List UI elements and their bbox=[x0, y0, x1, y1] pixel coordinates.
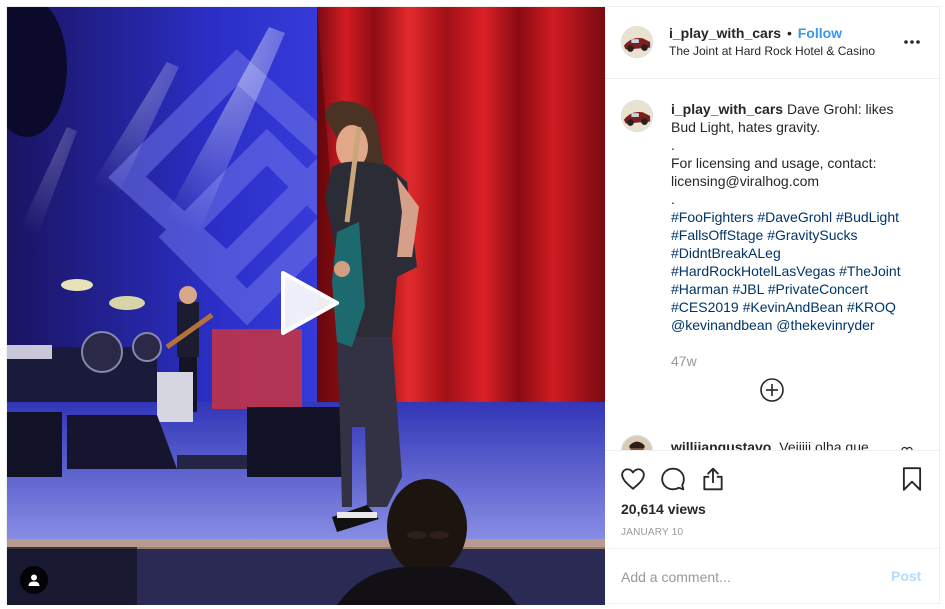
load-more-comments-button[interactable] bbox=[759, 377, 785, 403]
comment-bubble-icon bbox=[661, 467, 685, 491]
location-link[interactable]: The Joint at Hard Rock Hotel & Casino bbox=[669, 44, 875, 58]
hashtag-link[interactable]: #GravitySucks bbox=[767, 227, 857, 243]
mention-link[interactable]: @thekevinryder bbox=[776, 317, 874, 333]
caption-licensing: For licensing and usage, contact: licens… bbox=[671, 155, 877, 189]
follow-button[interactable]: Follow bbox=[798, 25, 842, 41]
hashtag-link[interactable]: #KROQ bbox=[847, 299, 896, 315]
comment-button[interactable] bbox=[660, 466, 686, 492]
comments-section[interactable]: i_play_with_cars Dave Grohl: likes Bud L… bbox=[605, 80, 939, 450]
play-button[interactable] bbox=[277, 269, 341, 337]
comment-text-line: williiangustavo Veiiiii olha que bbox=[671, 439, 869, 450]
hashtag-link[interactable]: #BudLight bbox=[836, 209, 899, 225]
like-button[interactable] bbox=[620, 466, 646, 492]
caption-hashtags: #FooFighters #DaveGrohl #BudLight #Falls… bbox=[671, 208, 911, 316]
avatar-image bbox=[622, 101, 652, 131]
tagged-users-button[interactable] bbox=[20, 566, 48, 594]
caption-age[interactable]: 47w bbox=[671, 353, 697, 369]
avatar-image bbox=[622, 436, 652, 450]
bookmark-icon bbox=[902, 467, 922, 491]
view-count[interactable]: 20,614 views bbox=[621, 501, 706, 517]
comment-text: Veiiiii olha que bbox=[779, 439, 869, 450]
caption-dot: . bbox=[671, 191, 675, 207]
more-options-button[interactable] bbox=[901, 31, 923, 53]
avatar[interactable] bbox=[621, 26, 653, 58]
hashtag-link[interactable]: #KevinAndBean bbox=[743, 299, 843, 315]
post-header: i_play_with_cars • Follow The Joint at H… bbox=[605, 7, 939, 79]
caption-dot: . bbox=[671, 137, 675, 153]
post-caption: i_play_with_cars Dave Grohl: likes Bud L… bbox=[671, 100, 911, 334]
avatar[interactable] bbox=[621, 435, 653, 450]
caption-username[interactable]: i_play_with_cars bbox=[671, 101, 783, 117]
comment-input[interactable] bbox=[621, 566, 871, 588]
comment-item: williiangustavo Veiiiii olha que bbox=[605, 435, 939, 450]
play-icon bbox=[281, 271, 339, 335]
post-side-panel: i_play_with_cars • Follow The Joint at H… bbox=[605, 7, 939, 603]
video-player[interactable] bbox=[7, 7, 605, 605]
header-username[interactable]: i_play_with_cars bbox=[669, 25, 781, 41]
plus-circle-icon bbox=[760, 378, 784, 402]
mention-link[interactable]: @kevinandbean bbox=[671, 317, 772, 333]
heart-icon bbox=[621, 468, 645, 490]
hashtag-link[interactable]: #FooFighters bbox=[671, 209, 753, 225]
instagram-post: i_play_with_cars • Follow The Joint at H… bbox=[6, 6, 940, 605]
hashtag-link[interactable]: #FallsOffStage bbox=[671, 227, 763, 243]
save-button[interactable] bbox=[899, 466, 925, 492]
comment-username[interactable]: williiangustavo bbox=[671, 439, 771, 450]
avatar-image bbox=[622, 27, 652, 57]
hashtag-link[interactable]: #CES2019 bbox=[671, 299, 739, 315]
separator-dot: • bbox=[786, 25, 792, 41]
hashtag-link[interactable]: #JBL bbox=[732, 281, 763, 297]
hashtag-link[interactable]: #DaveGrohl bbox=[757, 209, 832, 225]
avatar[interactable] bbox=[621, 100, 653, 132]
post-comment-button[interactable]: Post bbox=[891, 568, 921, 584]
hashtag-link[interactable]: #Harman bbox=[671, 281, 729, 297]
action-bar: 20,614 views JANUARY 10 bbox=[605, 450, 939, 548]
more-options-icon bbox=[904, 40, 920, 44]
hashtag-link[interactable]: #TheJoint bbox=[839, 263, 900, 279]
hashtag-link[interactable]: #DidntBreakALeg bbox=[671, 245, 781, 261]
hashtag-link[interactable]: #HardRockHotelLasVegas bbox=[671, 263, 835, 279]
add-comment-bar: Post bbox=[605, 548, 939, 603]
share-button[interactable] bbox=[700, 466, 726, 492]
user-tag-icon bbox=[28, 574, 40, 586]
hashtag-link[interactable]: #PrivateConcert bbox=[768, 281, 868, 297]
post-date[interactable]: JANUARY 10 bbox=[621, 527, 683, 538]
caption-mentions: @kevinandbean @thekevinryder bbox=[671, 316, 911, 334]
share-icon bbox=[703, 467, 723, 491]
header-title-line: i_play_with_cars • Follow bbox=[669, 25, 842, 41]
